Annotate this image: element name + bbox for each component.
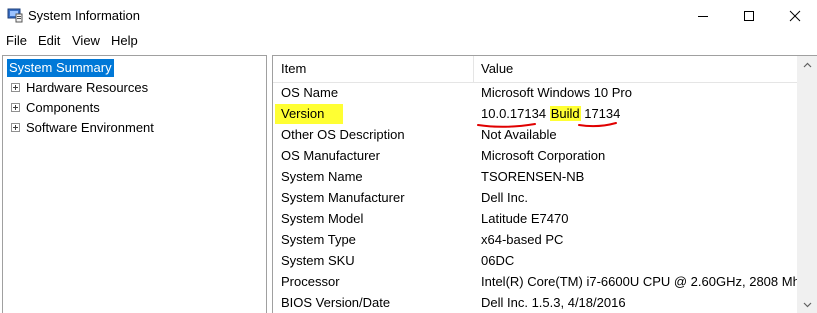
table-row[interactable]: System Manufacturer Dell Inc. [273,187,797,208]
item-cell: BIOS Version/Date [281,295,391,310]
column-header-item[interactable]: Item [281,56,306,82]
value-cell: 06DC [481,253,515,268]
menu-view[interactable]: View [72,33,100,48]
minimize-icon [698,15,708,17]
tree-item-label: Components [26,100,100,115]
item-cell: OS Name [281,85,339,100]
table-row[interactable]: Version 10.0.17134 Build 17134 [273,103,797,124]
expand-icon[interactable] [11,123,20,133]
tree-item-system-summary[interactable]: System Summary [7,59,114,77]
value-cell: x64-based PC [481,232,564,247]
expand-icon[interactable] [11,103,20,113]
item-cell: System Manufacturer [281,190,405,205]
item-cell: System Model [281,211,364,226]
table-row[interactable]: Processor Intel(R) Core(TM) i7-6600U CPU… [273,271,810,292]
value-cell: 10.0.17134 Build 17134 [481,103,620,124]
table-row[interactable]: System Model Latitude E7470 [273,208,797,229]
value-cell: Microsoft Windows 10 Pro [481,85,632,100]
table-row[interactable]: OS Manufacturer Microsoft Corporation [273,145,797,166]
list-header: Item Value [273,56,797,83]
expand-icon[interactable] [11,83,20,93]
system-information-icon [7,7,23,23]
item-cell: Processor [281,274,340,289]
item-cell: System SKU [281,253,355,268]
value-cell: Not Available [481,127,557,142]
details-list[interactable]: Item Value OS Name Microsoft Windows 10 … [272,55,817,313]
menu-edit[interactable]: Edit [38,33,60,48]
version-number: 10.0.17134 [481,106,550,121]
tree-item-label: Hardware Resources [26,80,149,95]
tree-item-software-environment[interactable]: Software Environment [11,118,154,138]
chevron-up-icon [803,62,812,68]
value-cell: TSORENSEN-NB [481,169,585,184]
tree-item-hardware-resources[interactable]: Hardware Resources [11,78,148,98]
table-row[interactable]: System SKU 06DC [273,250,797,271]
table-row[interactable]: System Name TSORENSEN-NB [273,166,797,187]
item-cell: Other OS Description [281,127,405,142]
value-cell: Intel(R) Core(TM) i7-6600U CPU @ 2.60GHz… [481,274,810,289]
build-number: 17134 [580,106,621,121]
item-cell: System Type [281,232,356,247]
close-button[interactable] [772,0,817,31]
category-tree[interactable]: System Summary Hardware Resources Compon… [2,55,267,313]
column-divider[interactable] [473,56,474,82]
value-cell: Dell Inc. 1.5.3, 4/18/2016 [481,295,626,310]
menu-file[interactable]: File [6,33,27,48]
table-row[interactable]: BIOS Version/Date Dell Inc. 1.5.3, 4/18/… [273,292,797,313]
minimize-button[interactable] [680,0,726,31]
menu-help[interactable]: Help [111,33,138,48]
table-row[interactable]: OS Name Microsoft Windows 10 Pro [273,82,797,103]
title-bar[interactable]: System Information [0,0,817,31]
maximize-icon [744,10,754,21]
item-cell: OS Manufacturer [281,148,380,163]
item-cell: Version [281,106,325,121]
table-row[interactable]: Other OS Description Not Available [273,124,797,145]
menu-bar: File Edit View Help [0,31,817,51]
maximize-button[interactable] [726,0,772,31]
window-title: System Information [28,8,140,23]
column-header-value[interactable]: Value [481,56,513,82]
value-cell: Microsoft Corporation [481,148,606,163]
close-icon [789,10,801,21]
table-row[interactable]: System Type x64-based PC [273,229,797,250]
tree-item-label: Software Environment [26,120,154,135]
vertical-scrollbar[interactable] [797,56,817,313]
build-label: Build [549,106,581,121]
tree-item-components[interactable]: Components [11,98,100,118]
value-cell: Latitude E7470 [481,211,569,226]
scroll-up-button[interactable] [797,56,817,74]
scroll-down-button[interactable] [797,296,817,313]
value-cell: Dell Inc. [481,190,528,205]
item-cell: System Name [281,169,363,184]
chevron-down-icon [803,302,812,308]
